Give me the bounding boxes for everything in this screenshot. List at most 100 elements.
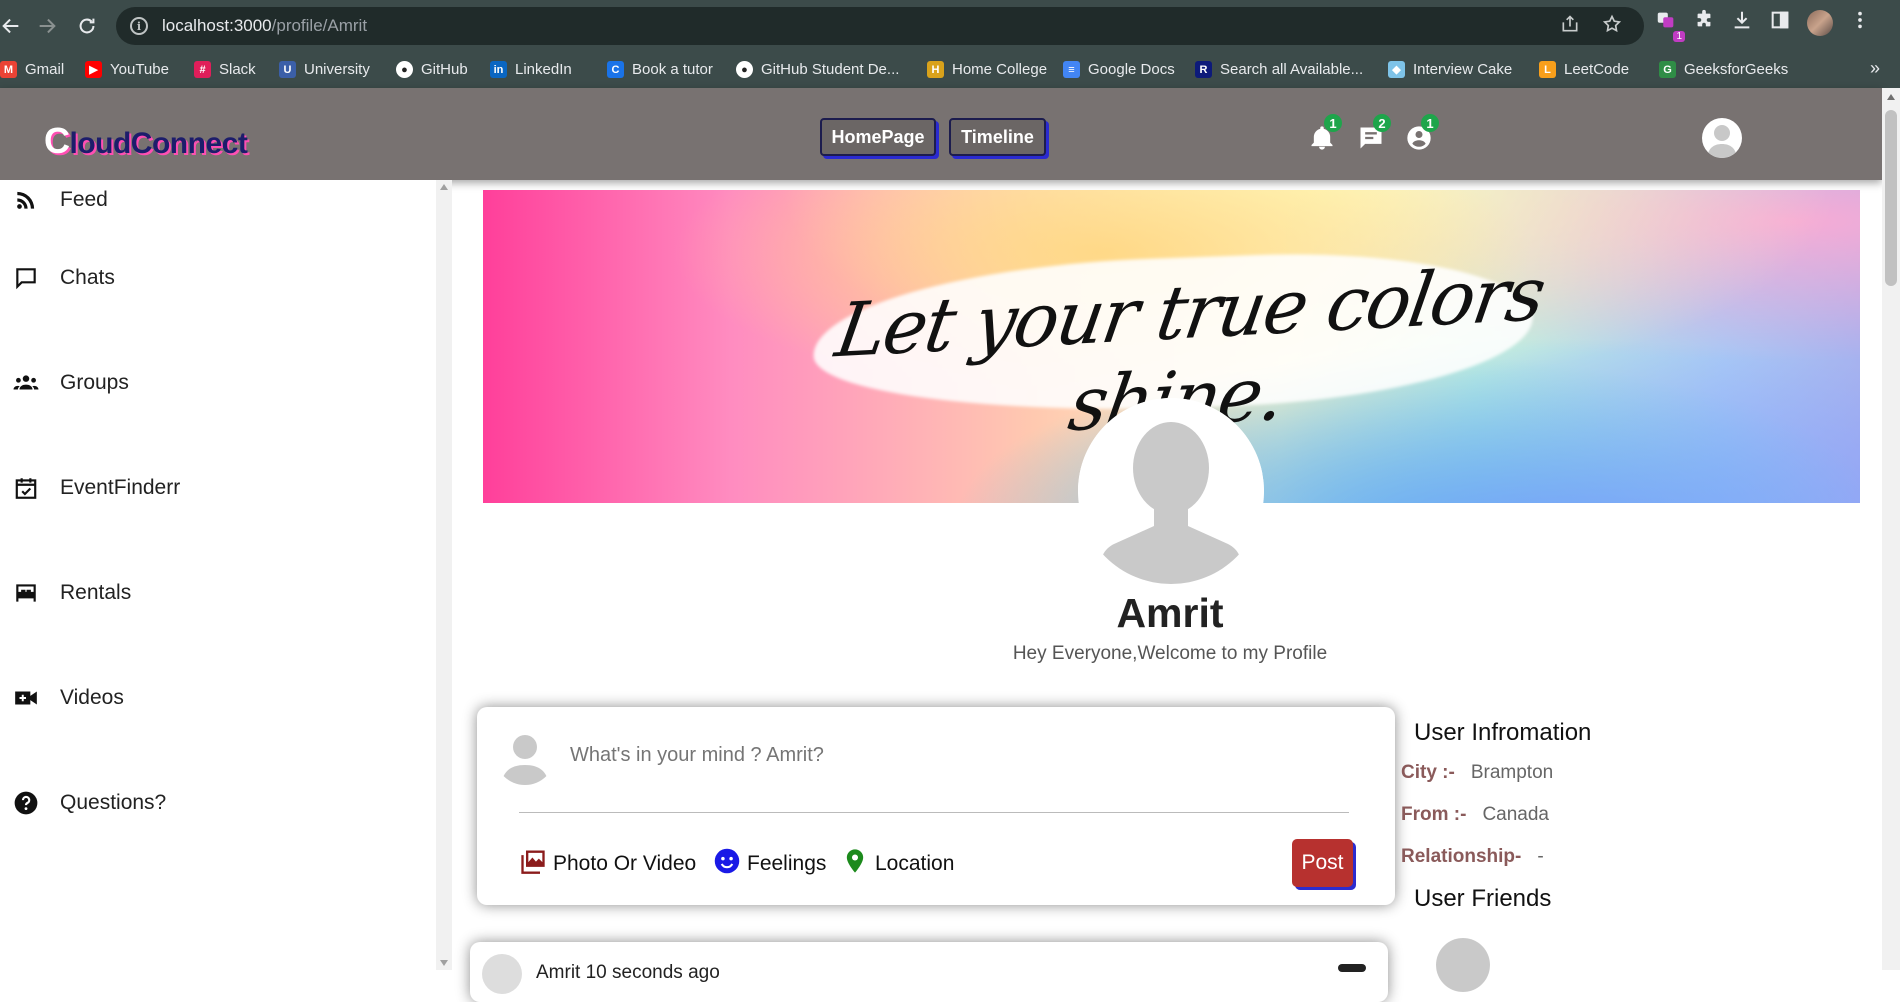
calendar-check-icon — [12, 474, 40, 502]
bookmark-book-a-tutor[interactable]: C Book a tutor — [607, 61, 713, 78]
location-pin-icon — [841, 847, 869, 881]
sidebar-item-questions[interactable]: Questions? — [0, 783, 420, 823]
profile-description: Hey Everyone,Welcome to my Profile — [1012, 643, 1328, 664]
info-relationship: Relationship- - — [1401, 846, 1544, 867]
bookmark-google-docs[interactable]: ≡ Google Docs — [1063, 61, 1175, 78]
chrome-profile-avatar[interactable] — [1807, 9, 1833, 36]
download-icon[interactable] — [1731, 9, 1753, 36]
bookmark-home-college[interactable]: H Home College — [927, 61, 1047, 78]
user-friends-title: User Friends — [1414, 885, 1552, 912]
sidebar: Feed Chats Groups EventFinderr Rentals V… — [0, 180, 436, 970]
back-arrow-icon[interactable] — [0, 9, 28, 43]
post-button[interactable]: Post — [1292, 839, 1353, 887]
info-city: City :- Brampton — [1401, 762, 1554, 783]
profile-picture[interactable] — [1078, 398, 1264, 584]
groups-icon — [12, 369, 40, 397]
site-info-icon[interactable]: i — [130, 17, 148, 35]
smiley-icon — [713, 847, 741, 881]
app-logo[interactable]: CloudConnect — [44, 120, 248, 162]
bookmark-github-student-de[interactable]: ● GitHub Student De... — [736, 61, 899, 78]
puzzle-extensions-icon[interactable] — [1693, 9, 1715, 36]
messages-icon[interactable]: 2 — [1357, 114, 1391, 152]
post-text-input[interactable] — [570, 744, 1270, 767]
app-header: CloudConnect HomePage Timeline 1 2 1 — [0, 88, 1882, 180]
address-bar[interactable]: i localhost:3000/profile/Amrit — [116, 7, 1644, 45]
linkedin-icon: in — [490, 61, 507, 78]
browser-toolbar: i localhost:3000/profile/Amrit 1 — [0, 0, 1900, 52]
bookmark-leetcode[interactable]: L LeetCode — [1539, 61, 1629, 78]
video-camera-icon — [12, 684, 40, 712]
sidebar-item-chats[interactable]: Chats — [0, 258, 420, 298]
post-author-meta: Amrit 10 seconds ago — [536, 962, 720, 983]
feelings-option[interactable]: Feelings — [713, 847, 826, 881]
kebab-menu-icon[interactable] — [1849, 9, 1871, 36]
bookmark-youtube[interactable]: ▶ YouTube — [85, 61, 169, 78]
sidebar-item-groups[interactable]: Groups — [0, 363, 420, 403]
sidebar-item-feed[interactable]: Feed — [0, 180, 420, 220]
gmail-icon: M — [0, 61, 17, 78]
sidebar-item-eventfinderr[interactable]: EventFinderr — [0, 468, 420, 508]
post-options-icon[interactable] — [1338, 964, 1366, 972]
sidebar-item-videos[interactable]: Videos — [0, 678, 420, 718]
post-author-avatar — [482, 954, 522, 994]
bookmark-search-all-available[interactable]: R Search all Available... — [1195, 61, 1363, 78]
notifications-bell-icon[interactable]: 1 — [1308, 114, 1342, 152]
photo-or-video-option[interactable]: Photo Or Video — [519, 847, 696, 881]
slack-icon: # — [194, 61, 211, 78]
info-from: From :- Canada — [1401, 804, 1549, 825]
friend-avatar[interactable] — [1436, 938, 1490, 992]
tutor-icon: C — [607, 61, 624, 78]
extension-icon[interactable]: 1 — [1655, 9, 1685, 42]
leetcode-icon: L — [1539, 61, 1556, 78]
forward-arrow-icon[interactable] — [30, 9, 64, 43]
search-portal-icon: R — [1195, 61, 1212, 78]
friend-requests-badge: 1 — [1421, 114, 1439, 132]
university-icon: U — [279, 61, 296, 78]
sidebar-item-rentals[interactable]: Rentals — [0, 573, 420, 613]
scrollbar-thumb[interactable] — [1885, 110, 1897, 286]
bookmark-university[interactable]: U University — [279, 61, 370, 78]
sidebar-scrollbar[interactable] — [436, 180, 452, 970]
post-card: Amrit 10 seconds ago — [470, 942, 1388, 1002]
bookmark-linkedin[interactable]: in LinkedIn — [490, 61, 572, 78]
github-icon: ● — [736, 61, 753, 78]
bookmark-gmail[interactable]: M Gmail — [0, 61, 64, 78]
profile-name: Amrit — [1116, 590, 1224, 636]
url-host: localhost:3000 — [162, 16, 272, 35]
bookmark-interview-cake[interactable]: ◆ Interview Cake — [1388, 61, 1512, 78]
timeline-button[interactable]: Timeline — [949, 118, 1046, 156]
page-scrollbar[interactable] — [1882, 88, 1900, 970]
user-avatar[interactable] — [1702, 118, 1742, 158]
photo-library-icon — [519, 847, 547, 881]
share-icon[interactable] — [1560, 14, 1580, 39]
side-panel-icon[interactable] — [1769, 9, 1791, 36]
friend-requests-icon[interactable]: 1 — [1405, 114, 1439, 152]
user-info-title: User Infromation — [1414, 719, 1592, 746]
share-post-box: Photo Or Video Feelings Location Post — [477, 707, 1395, 905]
extension-badge: 1 — [1673, 31, 1685, 42]
homepage-button[interactable]: HomePage — [820, 118, 936, 156]
reload-icon[interactable] — [70, 9, 104, 43]
rss-feed-icon — [12, 186, 40, 214]
bookmark-github[interactable]: ● GitHub — [396, 61, 468, 78]
college-icon: H — [927, 61, 944, 78]
chat-icon — [12, 264, 40, 292]
interview-cake-icon: ◆ — [1388, 61, 1405, 78]
share-avatar — [495, 725, 555, 785]
geeksforgeeks-icon: G — [1659, 61, 1676, 78]
bookmarks-bar: M Gmail ▶ YouTube # Slack U University ● GitHub in… — [0, 52, 1900, 88]
bookmarks-overflow-icon[interactable]: » — [1870, 58, 1880, 79]
bookmark-geeksforgeeks[interactable]: G GeeksforGeeks — [1659, 61, 1788, 78]
youtube-icon: ▶ — [85, 61, 102, 78]
messages-badge: 2 — [1373, 114, 1391, 132]
help-icon — [12, 789, 40, 817]
location-option[interactable]: Location — [841, 847, 954, 881]
github-icon: ● — [396, 61, 413, 78]
bookmark-star-icon[interactable] — [1602, 14, 1622, 39]
bed-icon — [12, 579, 40, 607]
google-docs-icon: ≡ — [1063, 61, 1080, 78]
notifications-badge: 1 — [1324, 114, 1342, 132]
url-path: /profile/Amrit — [271, 16, 368, 35]
divider — [519, 812, 1349, 813]
bookmark-slack[interactable]: # Slack — [194, 61, 256, 78]
